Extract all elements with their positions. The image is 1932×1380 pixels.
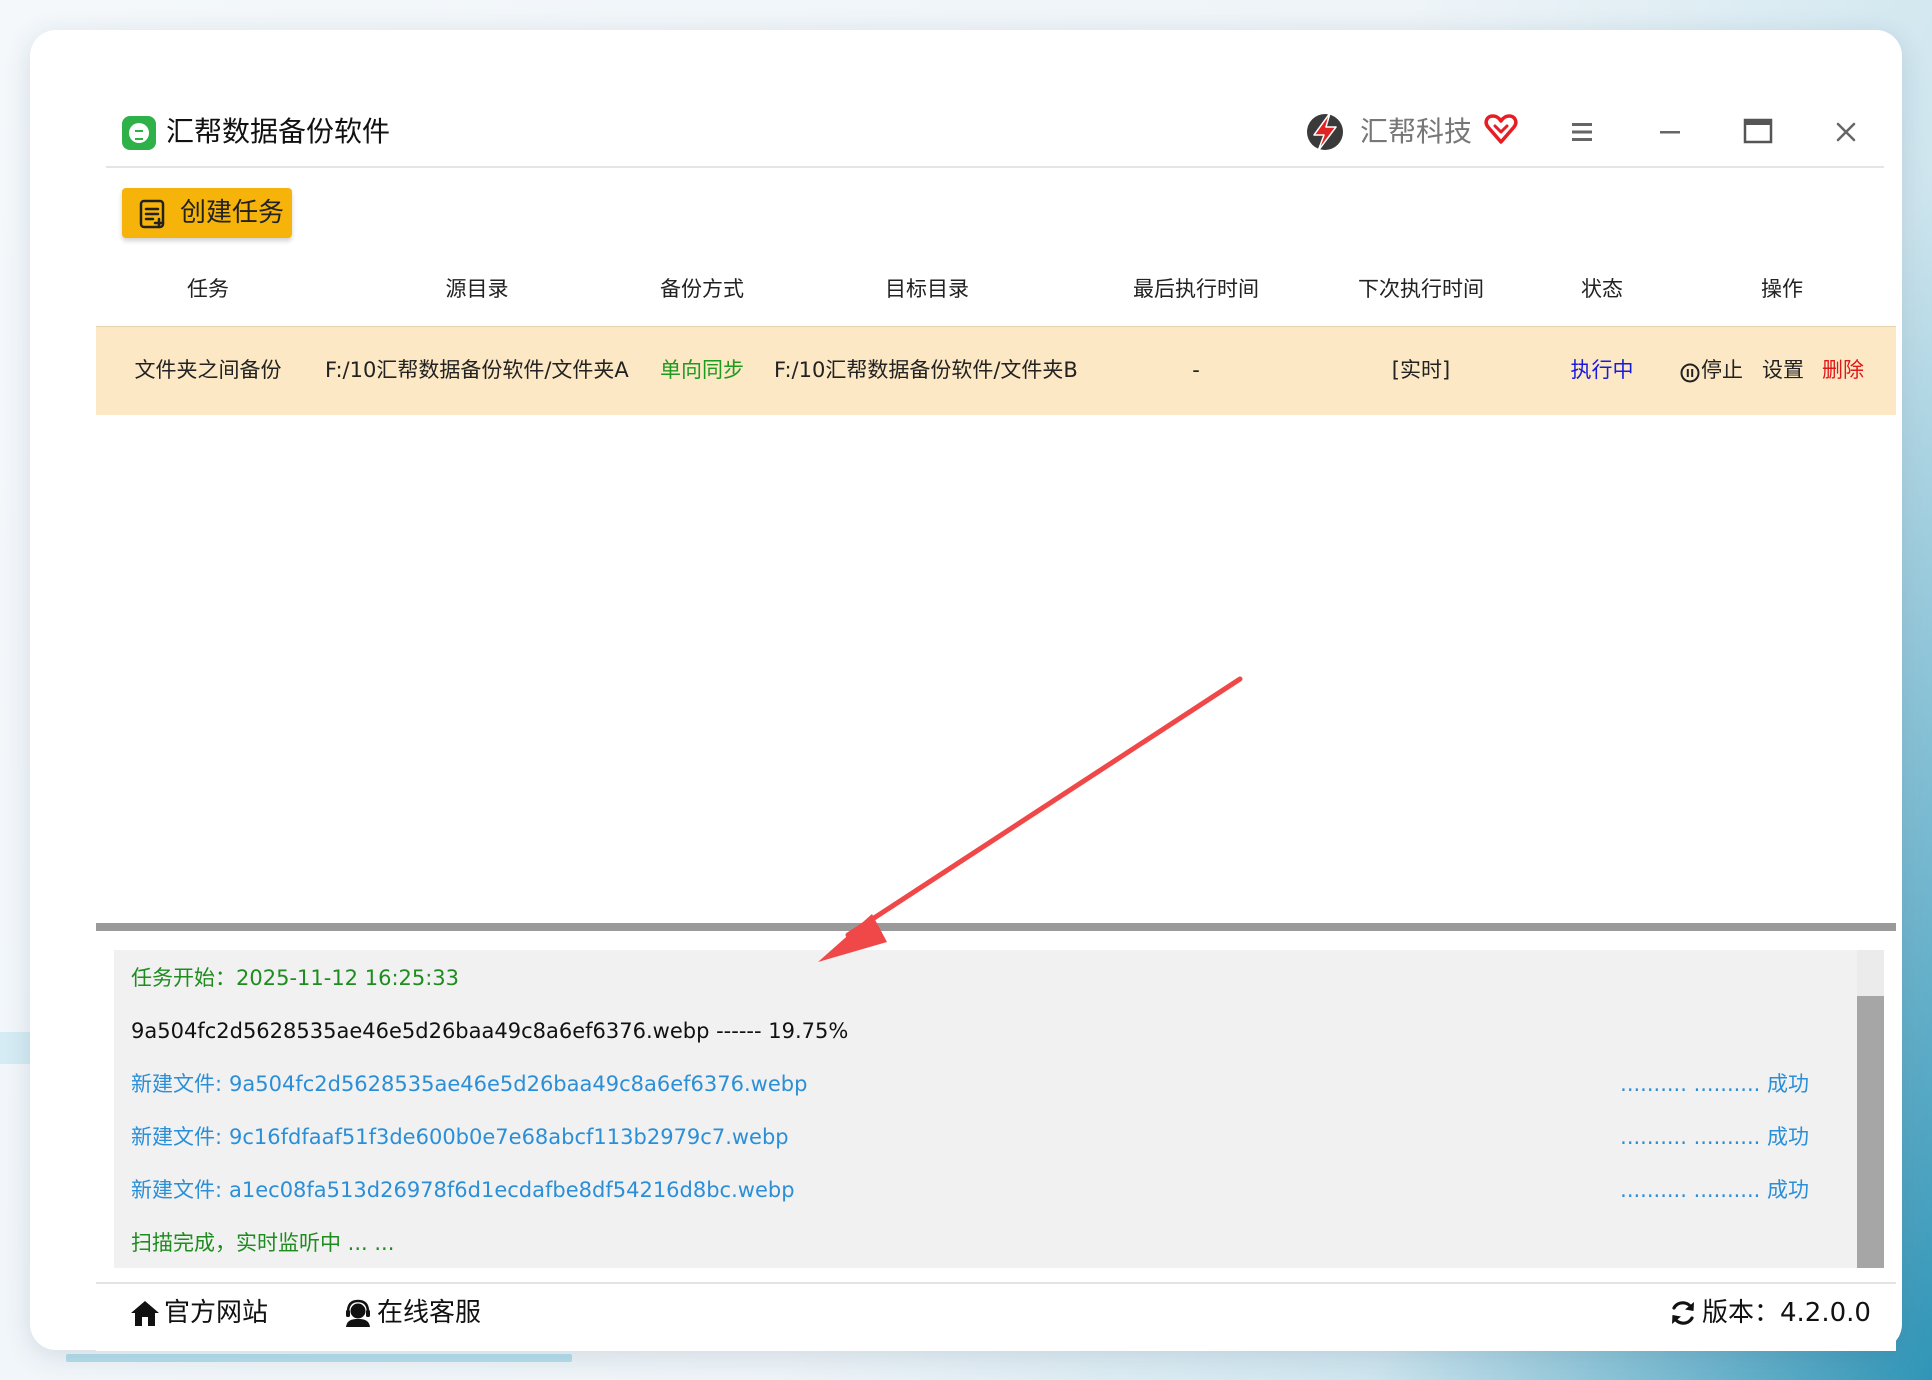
log-entry-label: 新建文件: xyxy=(131,1072,223,1096)
log-entry-file: 9a504fc2d5628535ae46e5d26baa49c8a6ef6376… xyxy=(229,1072,808,1096)
log-entry-result: .......... .......... 成功 xyxy=(1620,1072,1809,1096)
log-progress: 9a504fc2d5628535ae46e5d26baa49c8a6ef6376… xyxy=(131,1019,849,1043)
footer-divider xyxy=(96,1282,1896,1284)
official-website-link[interactable]: 官方网站 xyxy=(130,1294,290,1334)
online-service-link[interactable]: 在线客服 xyxy=(343,1294,503,1334)
log-entry-label: 新建文件: xyxy=(131,1125,223,1149)
app-title: 汇帮数据备份软件 xyxy=(166,115,391,148)
cell-target: F:/10汇帮数据备份软件/文件夹B xyxy=(774,358,1078,382)
log-entry-file: a1ec08fa513d26978f6d1ecdafbe8df54216d8bc… xyxy=(229,1178,795,1202)
log-entry-file: 9c16fdfaaf51f3de600b0e7e68abcf113b2979c7… xyxy=(229,1125,789,1149)
version-check[interactable]: 版本：4.2.0.0 xyxy=(1668,1294,1871,1334)
create-task-button[interactable]: 创建任务 xyxy=(122,188,292,238)
header-status: 状态 xyxy=(1581,277,1623,301)
delete-button[interactable]: 删除 xyxy=(1822,355,1864,385)
minimize-icon[interactable] xyxy=(1648,110,1692,154)
log-done: 扫描完成，实时监听中 ... ... xyxy=(131,1231,395,1255)
maximize-icon[interactable] xyxy=(1736,110,1780,154)
version-label: 版本：4.2.0.0 xyxy=(1702,1298,1871,1328)
app-window: 汇帮数据备份软件 汇帮科技 创建任务 任务 源目录 备份方式 目标目录 最后执行… xyxy=(96,96,1896,1351)
settings-button[interactable]: 设置 xyxy=(1762,355,1804,385)
cell-next-run: [实时] xyxy=(1391,358,1451,382)
log-entry-result: .......... .......... 成功 xyxy=(1620,1125,1809,1149)
stop-button[interactable]: 停止 xyxy=(1701,355,1743,385)
headset-icon xyxy=(346,1299,370,1327)
cell-last-run: - xyxy=(1192,358,1200,382)
title-bar: 汇帮数据备份软件 汇帮科技 xyxy=(96,96,1896,168)
menu-icon[interactable] xyxy=(1560,110,1604,154)
log-scrollbar-thumb[interactable] xyxy=(1857,996,1884,1268)
header-last-run: 最后执行时间 xyxy=(1133,277,1259,301)
header-mode: 备份方式 xyxy=(660,277,744,301)
brand-lightning-icon xyxy=(1307,112,1343,152)
log-entry-label: 新建文件: xyxy=(131,1178,223,1202)
header-target: 目标目录 xyxy=(885,277,969,301)
log-entry-result: .......... .......... 成功 xyxy=(1620,1178,1809,1202)
task-list-icon xyxy=(139,199,165,229)
official-website-label: 官方网站 xyxy=(164,1298,269,1328)
cell-task: 文件夹之间备份 xyxy=(134,358,282,382)
log-panel: 任务开始：2025-11-12 16:25:33 9a504fc2d562853… xyxy=(114,950,1857,1268)
log-start: 任务开始：2025-11-12 16:25:33 xyxy=(131,966,460,990)
app-logo-icon xyxy=(122,116,156,150)
title-divider xyxy=(106,166,1884,168)
cell-source: F:/10汇帮数据备份软件/文件夹A xyxy=(325,358,629,382)
pause-circle-icon xyxy=(1680,363,1700,383)
close-icon[interactable] xyxy=(1824,110,1868,154)
background-decoration xyxy=(0,1032,34,1064)
cell-status: 执行中 xyxy=(1570,358,1634,382)
panel-splitter[interactable] xyxy=(96,923,1896,931)
header-source: 源目录 xyxy=(445,277,509,301)
create-task-label: 创建任务 xyxy=(180,198,285,228)
brand-name: 汇帮科技 xyxy=(1360,115,1473,148)
cell-mode: 单向同步 xyxy=(660,358,744,382)
online-service-label: 在线客服 xyxy=(377,1298,482,1328)
table-row[interactable]: 文件夹之间备份 F:/10汇帮数据备份软件/文件夹A 单向同步 F:/10汇帮数… xyxy=(96,326,1896,415)
refresh-icon xyxy=(1672,1301,1694,1325)
heart-icon[interactable] xyxy=(1484,112,1518,146)
header-task: 任务 xyxy=(187,277,229,301)
window-frame: 汇帮数据备份软件 汇帮科技 创建任务 任务 源目录 备份方式 目标目录 最后执行… xyxy=(30,30,1902,1351)
home-icon xyxy=(131,1301,159,1326)
header-actions: 操作 xyxy=(1761,277,1803,301)
background-decoration-bar xyxy=(66,1354,572,1362)
header-next-run: 下次执行时间 xyxy=(1358,277,1484,301)
